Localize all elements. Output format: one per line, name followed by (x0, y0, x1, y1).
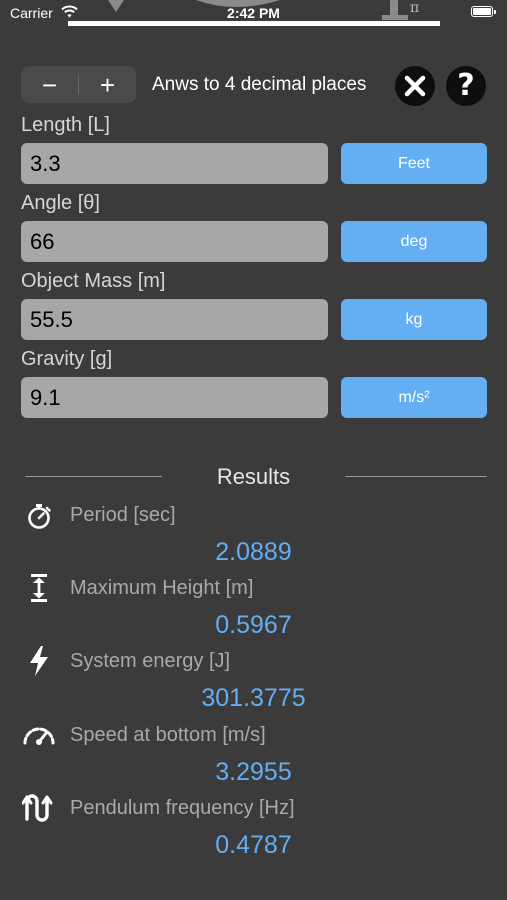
gravity-label: Gravity [g] (21, 348, 113, 370)
results-divider-right (345, 476, 487, 477)
system-energy-value: 301.3775 (201, 684, 306, 712)
speed-label: Speed at bottom [m/s] (70, 724, 266, 746)
decrement-button[interactable]: − (21, 66, 78, 103)
max-height-value: 0.5967 (215, 611, 292, 639)
mass-label: Object Mass [m] (21, 270, 166, 292)
help-icon: ? (457, 68, 475, 103)
results-title: Results (216, 464, 291, 489)
close-icon (404, 75, 426, 97)
length-input[interactable]: 3.3 (21, 143, 328, 184)
length-unit-button[interactable]: Feet (341, 143, 487, 184)
angle-unit-button[interactable]: deg (341, 221, 487, 262)
height-icon (22, 571, 56, 605)
battery-icon (471, 6, 496, 17)
decimal-places-label: Anws to 4 decimal places (152, 74, 367, 95)
speed-value: 3.2955 (215, 758, 292, 786)
gravity-unit-button[interactable]: m/s² (341, 377, 487, 418)
max-height-label: Maximum Height [m] (70, 577, 254, 599)
angle-input[interactable]: 66 (21, 221, 328, 262)
help-button[interactable]: ? (446, 66, 486, 106)
decimal-stepper[interactable]: − + (21, 66, 136, 103)
frequency-label: Pendulum frequency [Hz] (70, 797, 295, 819)
period-label: Period [sec] (70, 504, 176, 526)
frequency-value: 0.4787 (215, 831, 292, 859)
angle-label: Angle [θ] (21, 192, 100, 214)
close-button[interactable] (395, 66, 435, 106)
stopwatch-icon (22, 499, 56, 533)
clock: 2:42 PM (227, 5, 280, 21)
length-label: Length [L] (21, 114, 110, 136)
lightning-icon (22, 644, 56, 678)
gravity-input[interactable]: 9.1 (21, 377, 328, 418)
period-value: 2.0889 (215, 538, 292, 566)
system-energy-label: System energy [J] (70, 650, 231, 672)
mass-input[interactable]: 55.5 (21, 299, 328, 340)
increment-button[interactable]: + (79, 66, 136, 103)
speedometer-icon (22, 718, 56, 752)
wave-icon (22, 791, 56, 825)
mass-unit-button[interactable]: kg (341, 299, 487, 340)
status-bar: π Carrier 2:42 PM (0, 0, 507, 26)
